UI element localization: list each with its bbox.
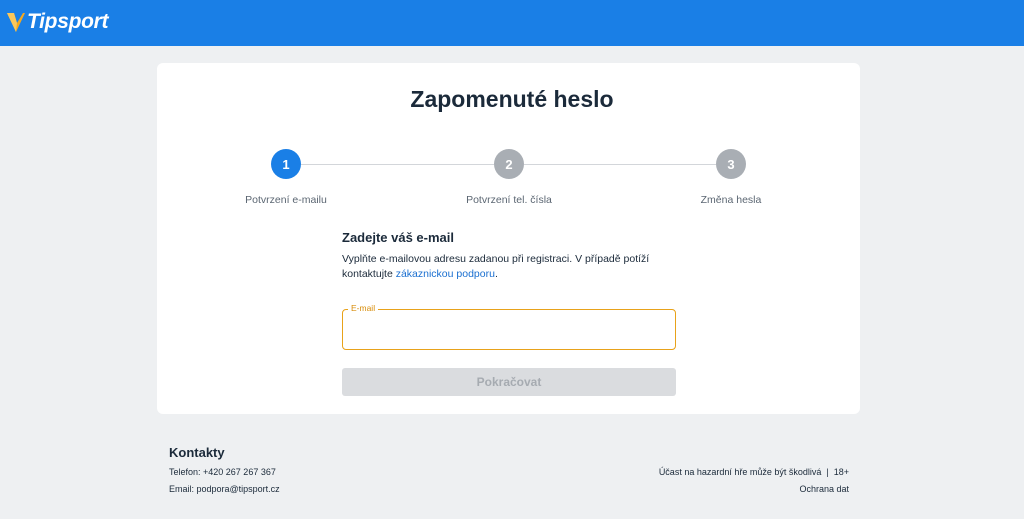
form-title: Zadejte váš e-mail bbox=[342, 230, 454, 245]
email-field-label: E-mail bbox=[348, 303, 379, 313]
step-2-number: 2 bbox=[505, 156, 513, 172]
footer-contacts-title: Kontakty bbox=[169, 445, 225, 460]
tipsport-logo[interactable]: Tipsport bbox=[6, 10, 109, 34]
step-3-circle: 3 bbox=[716, 149, 746, 179]
tipsport-logo-icon bbox=[7, 13, 25, 32]
continue-button[interactable]: Pokračovat bbox=[342, 368, 676, 396]
step-3-label: Změna hesla bbox=[700, 194, 762, 206]
page-title: Zapomenuté heslo bbox=[410, 86, 614, 112]
step-connector-1-2 bbox=[301, 164, 494, 165]
step-1-number: 1 bbox=[282, 156, 290, 172]
customer-support-link[interactable]: zákaznickou podporu bbox=[396, 268, 495, 280]
footer-phone: Telefon: +420 267 267 367 bbox=[169, 467, 276, 477]
step-2-circle: 2 bbox=[494, 149, 524, 179]
footer-email[interactable]: Email: podpora@tipsport.cz bbox=[169, 484, 280, 494]
privacy-link[interactable]: Ochrana dat bbox=[799, 484, 849, 494]
email-field[interactable] bbox=[342, 309, 676, 350]
reset-password-card bbox=[157, 63, 860, 414]
step-3-number: 3 bbox=[727, 156, 735, 172]
top-bar: Tipsport bbox=[0, 0, 1024, 46]
gambling-warning: Účast na hazardní hře může být škodlivá … bbox=[658, 467, 849, 477]
step-connector-2-3 bbox=[524, 164, 716, 165]
form-description: Vyplňte e-mailovou adresu zadanou při re… bbox=[342, 252, 682, 282]
step-1-circle: 1 bbox=[271, 149, 301, 179]
step-1-label: Potvrzení e-mailu bbox=[245, 194, 327, 206]
form-description-end: . bbox=[494, 268, 498, 280]
email-input[interactable] bbox=[343, 310, 675, 349]
step-2-label: Potvrzení tel. čísla bbox=[466, 194, 552, 206]
brand-name: Tipsport bbox=[27, 10, 109, 33]
